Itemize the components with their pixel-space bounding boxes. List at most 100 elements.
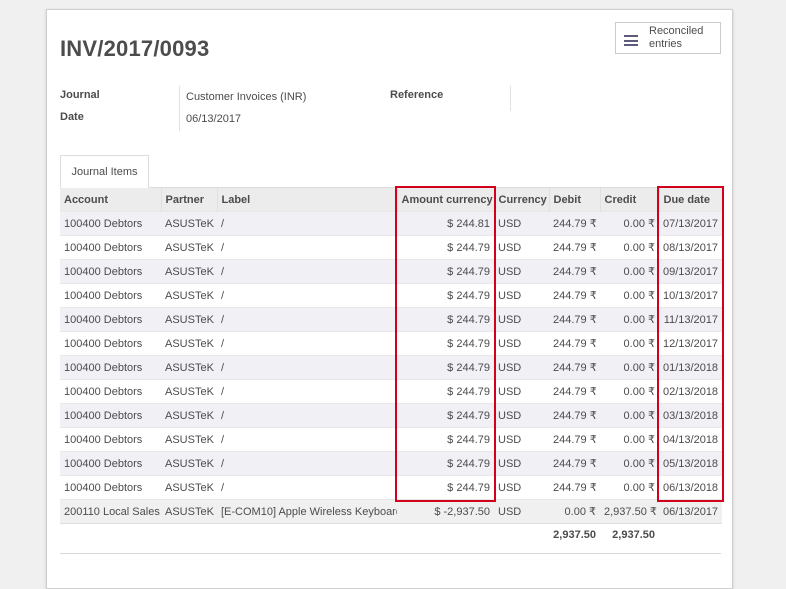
cell-credit: 0.00 ₹ bbox=[600, 427, 659, 452]
table-row[interactable]: 100400 Debtors ASUSTeK / $ 244.79 USD 244.79 … bbox=[60, 259, 722, 284]
sheet-footer-divider bbox=[60, 553, 721, 554]
cell-credit: 0.00 ₹ bbox=[600, 211, 659, 236]
cell-amount-currency: $ 244.79 bbox=[397, 331, 494, 356]
date-value[interactable]: 06/13/2017 bbox=[186, 113, 241, 125]
cell-currency: USD bbox=[494, 283, 549, 308]
field-separator bbox=[510, 86, 511, 111]
tab-journal-items[interactable]: Journal Items bbox=[60, 155, 149, 188]
total-credit: 2,937.50 bbox=[600, 523, 659, 546]
col-amount-currency-header[interactable]: Amount currency bbox=[396, 188, 494, 212]
cell-label: / bbox=[217, 307, 397, 332]
cell-label: / bbox=[217, 259, 397, 284]
cell-due-date: 07/13/2017 bbox=[659, 211, 722, 236]
cell-due-date: 06/13/2018 bbox=[659, 475, 722, 500]
cell-account: 100400 Debtors bbox=[60, 283, 161, 308]
cell-partner: ASUSTeK bbox=[161, 499, 217, 524]
cell-amount-currency: $ 244.81 bbox=[397, 211, 494, 236]
table-row[interactable]: 100400 Debtors ASUSTeK / $ 244.81 USD 244.79 … bbox=[60, 211, 722, 236]
journal-items-table: Account Partner Label Amount currency Curren… bbox=[60, 188, 722, 546]
cell-debit: 244.79 ₹ bbox=[549, 307, 600, 332]
cell-partner: ASUSTeK bbox=[161, 211, 217, 236]
cell-partner: ASUSTeK bbox=[161, 235, 217, 260]
cell-credit: 0.00 ₹ bbox=[600, 379, 659, 404]
table-row[interactable]: 100400 Debtors ASUSTeK / $ 244.79 USD 244.79 … bbox=[60, 379, 722, 404]
cell-account: 100400 Debtors bbox=[60, 475, 161, 500]
cell-currency: USD bbox=[494, 307, 549, 332]
cell-debit: 244.79 ₹ bbox=[549, 283, 600, 308]
cell-label: / bbox=[217, 211, 397, 236]
cell-due-date: 03/13/2018 bbox=[659, 403, 722, 428]
table-body: 100400 Debtors ASUSTeK / $ 244.81 USD 244.79 … bbox=[60, 211, 722, 524]
reconciled-entries-button[interactable]: Reconciled entries bbox=[615, 22, 721, 54]
cell-label: / bbox=[217, 235, 397, 260]
cell-label: / bbox=[217, 475, 397, 500]
cell-amount-currency: $ 244.79 bbox=[397, 451, 494, 476]
table-row[interactable]: 100400 Debtors ASUSTeK / $ 244.79 USD 244.79 … bbox=[60, 475, 722, 500]
cell-due-date: 09/13/2017 bbox=[659, 259, 722, 284]
cell-debit: 0.00 ₹ bbox=[549, 499, 600, 524]
cell-debit: 244.79 ₹ bbox=[549, 355, 600, 380]
cell-credit: 2,937.50 ₹ bbox=[600, 499, 659, 524]
cell-debit: 244.79 ₹ bbox=[549, 403, 600, 428]
col-partner-header[interactable]: Partner bbox=[160, 188, 217, 212]
cell-due-date: 01/13/2018 bbox=[659, 355, 722, 380]
cell-label: / bbox=[217, 331, 397, 356]
col-due-date-header[interactable]: Due date bbox=[658, 188, 722, 212]
total-debit: 2,937.50 bbox=[549, 523, 600, 546]
cell-currency: USD bbox=[494, 235, 549, 260]
cell-currency: USD bbox=[494, 427, 549, 452]
cell-debit: 244.79 ₹ bbox=[549, 235, 600, 260]
table-row[interactable]: 100400 Debtors ASUSTeK / $ 244.79 USD 244.79 … bbox=[60, 427, 722, 452]
col-label-header[interactable]: Label bbox=[216, 188, 397, 212]
cell-label: / bbox=[217, 283, 397, 308]
cell-partner: ASUSTeK bbox=[161, 379, 217, 404]
cell-credit: 0.00 ₹ bbox=[600, 403, 659, 428]
journal-label: Journal bbox=[60, 89, 100, 101]
cell-partner: ASUSTeK bbox=[161, 475, 217, 500]
cell-amount-currency: $ 244.79 bbox=[397, 403, 494, 428]
date-label: Date bbox=[60, 111, 84, 123]
cell-account: 100400 Debtors bbox=[60, 355, 161, 380]
cell-account: 200110 Local Sales bbox=[60, 499, 161, 524]
cell-debit: 244.79 ₹ bbox=[549, 211, 600, 236]
cell-currency: USD bbox=[494, 475, 549, 500]
table-row[interactable]: 100400 Debtors ASUSTeK / $ 244.79 USD 244.79 … bbox=[60, 355, 722, 380]
cell-credit: 0.00 ₹ bbox=[600, 235, 659, 260]
col-currency-header[interactable]: Currency bbox=[493, 188, 549, 212]
table-row[interactable]: 100400 Debtors ASUSTeK / $ 244.79 USD 244.79 … bbox=[60, 451, 722, 476]
cell-amount-currency: $ 244.79 bbox=[397, 475, 494, 500]
cell-partner: ASUSTeK bbox=[161, 283, 217, 308]
table-row[interactable]: 100400 Debtors ASUSTeK / $ 244.79 USD 244.79 … bbox=[60, 403, 722, 428]
table-row[interactable]: 200110 Local Sales ASUSTeK [E-COM10] Apple… bbox=[60, 499, 722, 524]
cell-account: 100400 Debtors bbox=[60, 403, 161, 428]
cell-partner: ASUSTeK bbox=[161, 307, 217, 332]
cell-label: / bbox=[217, 355, 397, 380]
col-account-header[interactable]: Account bbox=[60, 188, 161, 212]
journal-value[interactable]: Customer Invoices (INR) bbox=[186, 91, 306, 103]
cell-account: 100400 Debtors bbox=[60, 307, 161, 332]
cell-currency: USD bbox=[494, 451, 549, 476]
cell-account: 100400 Debtors bbox=[60, 331, 161, 356]
cell-debit: 244.79 ₹ bbox=[549, 379, 600, 404]
table-row[interactable]: 100400 Debtors ASUSTeK / $ 244.79 USD 244.79 … bbox=[60, 283, 722, 308]
col-debit-header[interactable]: Debit bbox=[548, 188, 600, 212]
cell-amount-currency: $ -2,937.50 bbox=[397, 499, 494, 524]
table-row[interactable]: 100400 Debtors ASUSTeK / $ 244.79 USD 244.79 … bbox=[60, 331, 722, 356]
table-row[interactable]: 100400 Debtors ASUSTeK / $ 244.79 USD 244.79 … bbox=[60, 307, 722, 332]
cell-account: 100400 Debtors bbox=[60, 259, 161, 284]
reconciled-entries-label: Reconciled entries bbox=[649, 25, 704, 50]
cell-label: [E-COM10] Apple Wireless Keyboard bbox=[217, 499, 397, 524]
cell-partner: ASUSTeK bbox=[161, 355, 217, 380]
cell-account: 100400 Debtors bbox=[60, 211, 161, 236]
cell-due-date: 04/13/2018 bbox=[659, 427, 722, 452]
col-credit-header[interactable]: Credit bbox=[599, 188, 659, 212]
cell-amount-currency: $ 244.79 bbox=[397, 235, 494, 260]
table-row[interactable]: 100400 Debtors ASUSTeK / $ 244.79 USD 244.79 … bbox=[60, 235, 722, 260]
cell-partner: ASUSTeK bbox=[161, 451, 217, 476]
cell-account: 100400 Debtors bbox=[60, 451, 161, 476]
cell-debit: 244.79 ₹ bbox=[549, 427, 600, 452]
cell-partner: ASUSTeK bbox=[161, 403, 217, 428]
cell-account: 100400 Debtors bbox=[60, 427, 161, 452]
field-separator bbox=[179, 86, 180, 131]
cell-credit: 0.00 ₹ bbox=[600, 307, 659, 332]
